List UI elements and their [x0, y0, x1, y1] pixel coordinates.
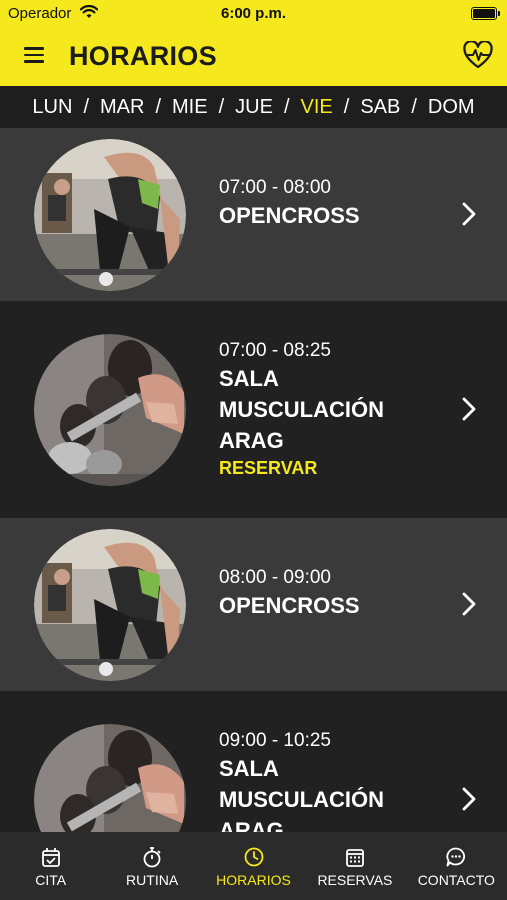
class-name: SALA MUSCULACIÓN ARAG — [219, 366, 384, 453]
class-info: 07:00 - 08:25 SALA MUSCULACIÓN ARAG RESERV… — [219, 339, 439, 480]
chat-bubble-icon — [446, 847, 466, 867]
day-tab-lun[interactable]: LUN — [30, 96, 74, 119]
tab-label: RUTINA — [126, 872, 179, 888]
deadlift-photo — [34, 529, 186, 681]
tab-horarios[interactable]: HORARIOS — [203, 832, 304, 900]
stopwatch-icon — [143, 847, 161, 868]
battery-icon — [471, 7, 500, 20]
chevron-right-icon[interactable] — [461, 202, 477, 226]
class-name: OPENCROSS — [219, 593, 360, 618]
class-time: 08:00 - 09:00 — [219, 567, 331, 588]
dumbbell-photo — [34, 724, 186, 832]
heart-pulse-icon[interactable] — [463, 41, 493, 69]
schedule-list: 07:00 - 08:00 OPENCROSS 07:00 - 08:25 SALA … — [0, 128, 507, 832]
chevron-right-icon[interactable] — [461, 397, 477, 421]
status-bar: Operador 6:00 p.m. — [0, 0, 507, 28]
schedule-row[interactable]: 09:00 - 10:25 SALA MUSCULACIÓN ARAG — [0, 691, 507, 832]
day-selector: LUN / MAR / MIE / JUE / VIE / SAB / DOM — [0, 86, 507, 128]
tab-cita[interactable]: CITA — [0, 832, 101, 900]
deadlift-photo — [34, 139, 186, 291]
tab-label: HORARIOS — [216, 872, 291, 888]
tab-label: RESERVAS — [317, 872, 393, 888]
chevron-right-icon[interactable] — [461, 787, 477, 811]
tab-reservas[interactable]: RESERVAS — [304, 832, 405, 900]
class-info: 08:00 - 09:00 OPENCROSS — [219, 566, 439, 621]
class-time: 07:00 - 08:00 — [219, 177, 331, 198]
tab-contacto[interactable]: CONTACTO — [406, 832, 507, 900]
day-separator: / — [218, 95, 225, 118]
day-tab-jue[interactable]: JUE — [233, 96, 275, 119]
schedule-row[interactable]: 07:00 - 08:25 SALA MUSCULACIÓN ARAG RESERV… — [0, 301, 507, 518]
class-time: 07:00 - 08:25 — [219, 340, 331, 361]
day-separator: / — [411, 95, 417, 118]
page-title: HORARIOS — [69, 41, 217, 71]
class-name: SALA MUSCULACIÓN ARAG — [219, 756, 384, 832]
clock-icon — [244, 847, 263, 867]
day-tab-sab[interactable]: SAB — [358, 96, 402, 119]
class-info: 09:00 - 10:25 SALA MUSCULACIÓN ARAG — [219, 729, 439, 832]
reserve-button[interactable]: RESERVAR — [219, 456, 439, 480]
class-name: OPENCROSS — [219, 203, 360, 228]
day-separator: / — [83, 95, 89, 118]
tab-label: CITA — [35, 872, 67, 888]
day-separator: / — [155, 95, 162, 118]
class-info: 07:00 - 08:00 OPENCROSS — [219, 176, 439, 231]
status-time: 6:00 p.m. — [220, 5, 287, 22]
day-tab-dom[interactable]: DOM — [426, 96, 477, 119]
bottom-tab-bar: CITA RUTINA HORARIOS RESERVAS CONTACTO — [0, 832, 507, 900]
tab-label: CONTACTO — [417, 872, 495, 888]
schedule-row[interactable]: 08:00 - 09:00 OPENCROSS — [0, 518, 507, 691]
chevron-right-icon[interactable] — [461, 592, 477, 616]
day-tab-mie[interactable]: MIE — [170, 96, 210, 119]
calendar-grid-icon — [346, 849, 364, 867]
day-separator: / — [283, 95, 290, 118]
class-time: 09:00 - 10:25 — [219, 730, 331, 751]
day-tab-vie[interactable]: VIE — [299, 96, 335, 119]
menu-icon[interactable] — [24, 47, 46, 65]
schedule-row[interactable]: 07:00 - 08:00 OPENCROSS — [0, 128, 507, 301]
dumbbell-photo — [34, 334, 186, 486]
app-header: HORARIOS — [0, 28, 507, 86]
calendar-check-icon — [41, 848, 60, 867]
tab-rutina[interactable]: RUTINA — [101, 832, 202, 900]
day-separator: / — [343, 95, 350, 118]
day-tab-mar[interactable]: MAR — [98, 96, 146, 119]
